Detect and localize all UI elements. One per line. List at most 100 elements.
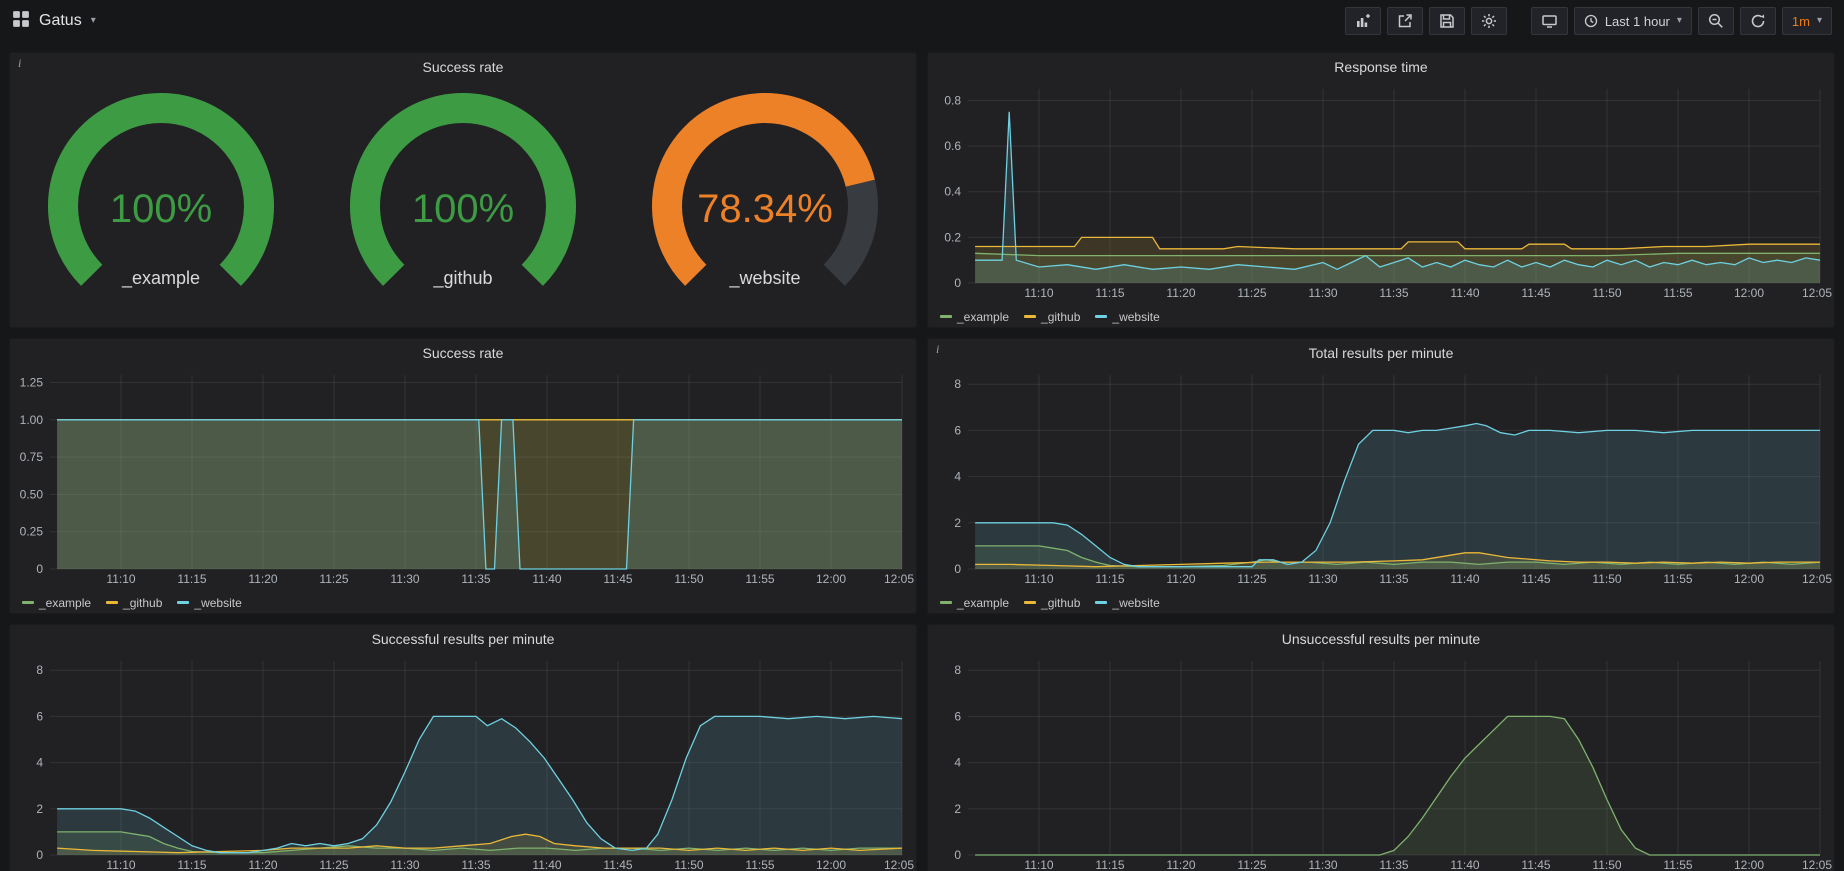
svg-text:12:05: 12:05 <box>884 858 914 871</box>
panel-unsuccessful-results: Unsuccessful results per minute 0246811:… <box>927 624 1835 871</box>
legend-series-name: _example <box>957 596 1009 610</box>
legend-item-_github[interactable]: _github <box>106 596 162 610</box>
panel-info-icon[interactable]: i <box>936 342 939 357</box>
dashboard-picker[interactable]: Gatus ▾ <box>12 10 96 33</box>
panel-header: Response time <box>928 53 1834 81</box>
chart-success-rate[interactable]: 00.250.500.751.001.2511:1011:1511:2011:2… <box>10 367 916 594</box>
save-icon <box>1439 13 1455 29</box>
svg-text:11:25: 11:25 <box>319 572 348 586</box>
panel-header: Success rate <box>10 339 916 367</box>
share-icon <box>1397 13 1413 29</box>
svg-text:11:40: 11:40 <box>1450 286 1479 300</box>
gear-icon <box>1481 13 1497 29</box>
svg-text:11:10: 11:10 <box>106 572 135 586</box>
legend-swatch <box>940 601 952 604</box>
time-range-picker[interactable]: Last 1 hour ▾ <box>1574 7 1692 35</box>
svg-text:6: 6 <box>954 423 961 437</box>
svg-text:11:20: 11:20 <box>1166 858 1195 871</box>
refresh-interval-picker[interactable]: 1m ▾ <box>1782 7 1832 35</box>
panel-header: i Success rate <box>10 53 916 81</box>
gauge-value: 78.34% <box>697 187 833 231</box>
svg-text:11:20: 11:20 <box>248 572 277 586</box>
zoom-out-button[interactable] <box>1698 7 1734 35</box>
svg-text:11:55: 11:55 <box>745 572 774 586</box>
chart-plot[interactable]: 0246811:1011:1511:2011:2511:3011:3511:40… <box>10 653 916 871</box>
legend-swatch <box>1095 315 1107 318</box>
add-panel-button[interactable] <box>1345 7 1381 35</box>
zoom-out-icon <box>1708 13 1724 29</box>
svg-text:11:35: 11:35 <box>1379 572 1408 586</box>
chart-plot[interactable]: 00.20.40.60.811:1011:1511:2011:2511:3011… <box>928 81 1834 303</box>
chart-unsuccessful-results[interactable]: 0246811:1011:1511:2011:2511:3011:3511:40… <box>928 653 1834 871</box>
svg-text:0: 0 <box>36 848 43 862</box>
chart-legend: _example _github _website <box>928 594 1834 614</box>
chart-plot[interactable]: 0246811:1011:1511:2011:2511:3011:3511:40… <box>928 367 1834 589</box>
panel-info-icon[interactable]: i <box>18 56 21 71</box>
legend-item-_example[interactable]: _example <box>940 310 1009 324</box>
legend-item-_example[interactable]: _example <box>22 596 91 610</box>
panel-title[interactable]: Total results per minute <box>1309 345 1454 361</box>
svg-text:11:25: 11:25 <box>1237 572 1266 586</box>
svg-text:11:30: 11:30 <box>1308 286 1337 300</box>
svg-text:0: 0 <box>954 562 961 576</box>
legend-swatch <box>1024 315 1036 318</box>
legend-series-name: _website <box>194 596 241 610</box>
legend-item-_website[interactable]: _website <box>1095 596 1159 610</box>
svg-text:11:15: 11:15 <box>177 572 206 586</box>
svg-text:11:50: 11:50 <box>1592 286 1621 300</box>
legend-item-_github[interactable]: _github <box>1024 310 1080 324</box>
chart-response-time[interactable]: 00.20.40.60.811:1011:1511:2011:2511:3011… <box>928 81 1834 308</box>
cycle-view-mode-button[interactable] <box>1531 7 1568 35</box>
svg-text:11:40: 11:40 <box>1450 858 1479 871</box>
legend-series-name: _github <box>1041 310 1080 324</box>
svg-text:2: 2 <box>954 516 961 530</box>
chart-successful-results[interactable]: 0246811:1011:1511:2011:2511:3011:3511:40… <box>10 653 916 871</box>
share-dashboard-button[interactable] <box>1387 7 1423 35</box>
panel-title[interactable]: Success rate <box>423 59 504 75</box>
panel-title[interactable]: Unsuccessful results per minute <box>1282 631 1480 647</box>
chart-plot[interactable]: 00.250.500.751.001.2511:1011:1511:2011:2… <box>10 367 916 589</box>
svg-text:11:55: 11:55 <box>1663 286 1692 300</box>
dashboard-title[interactable]: Gatus <box>39 12 82 30</box>
chart-total-results[interactable]: 0246811:1011:1511:2011:2511:3011:3511:40… <box>928 367 1834 594</box>
panel-title[interactable]: Successful results per minute <box>372 631 555 647</box>
legend-item-_website[interactable]: _website <box>177 596 241 610</box>
dashboard-settings-button[interactable] <box>1471 7 1507 35</box>
add-panel-icon <box>1355 13 1371 29</box>
chevron-down-icon: ▾ <box>1677 16 1682 26</box>
svg-text:0.75: 0.75 <box>20 450 44 464</box>
legend-item-_example[interactable]: _example <box>940 596 1009 610</box>
svg-text:11:25: 11:25 <box>1237 858 1266 871</box>
dashboard-grid: i Success rate 100%_example100%_github78… <box>0 42 1844 871</box>
svg-text:11:50: 11:50 <box>1592 858 1621 871</box>
refresh-button[interactable] <box>1740 7 1776 35</box>
svg-text:11:35: 11:35 <box>1379 286 1408 300</box>
svg-text:4: 4 <box>36 756 43 770</box>
svg-text:8: 8 <box>954 377 961 391</box>
gauge-_website: 78.34%_website <box>614 81 916 327</box>
svg-text:11:35: 11:35 <box>1379 858 1408 871</box>
legend-item-_github[interactable]: _github <box>1024 596 1080 610</box>
legend-swatch <box>106 601 118 604</box>
svg-text:11:45: 11:45 <box>603 572 632 586</box>
svg-text:11:45: 11:45 <box>1521 286 1550 300</box>
svg-text:11:20: 11:20 <box>1166 286 1195 300</box>
panel-title[interactable]: Success rate <box>423 345 504 361</box>
legend-swatch <box>940 315 952 318</box>
svg-text:11:55: 11:55 <box>745 858 774 871</box>
svg-text:11:15: 11:15 <box>1095 572 1124 586</box>
legend-series-name: _website <box>1112 310 1159 324</box>
legend-series-name: _website <box>1112 596 1159 610</box>
legend-item-_website[interactable]: _website <box>1095 310 1159 324</box>
svg-text:11:30: 11:30 <box>1308 858 1337 871</box>
legend-series-name: _github <box>123 596 162 610</box>
svg-text:0.6: 0.6 <box>944 139 961 153</box>
panel-title[interactable]: Response time <box>1334 59 1427 75</box>
chart-plot[interactable]: 0246811:1011:1511:2011:2511:3011:3511:40… <box>928 653 1834 871</box>
svg-text:11:45: 11:45 <box>603 858 632 871</box>
svg-text:11:50: 11:50 <box>674 572 703 586</box>
legend-series-name: _example <box>957 310 1009 324</box>
svg-text:11:40: 11:40 <box>532 572 561 586</box>
svg-text:0.4: 0.4 <box>944 185 961 199</box>
save-dashboard-button[interactable] <box>1429 7 1465 35</box>
